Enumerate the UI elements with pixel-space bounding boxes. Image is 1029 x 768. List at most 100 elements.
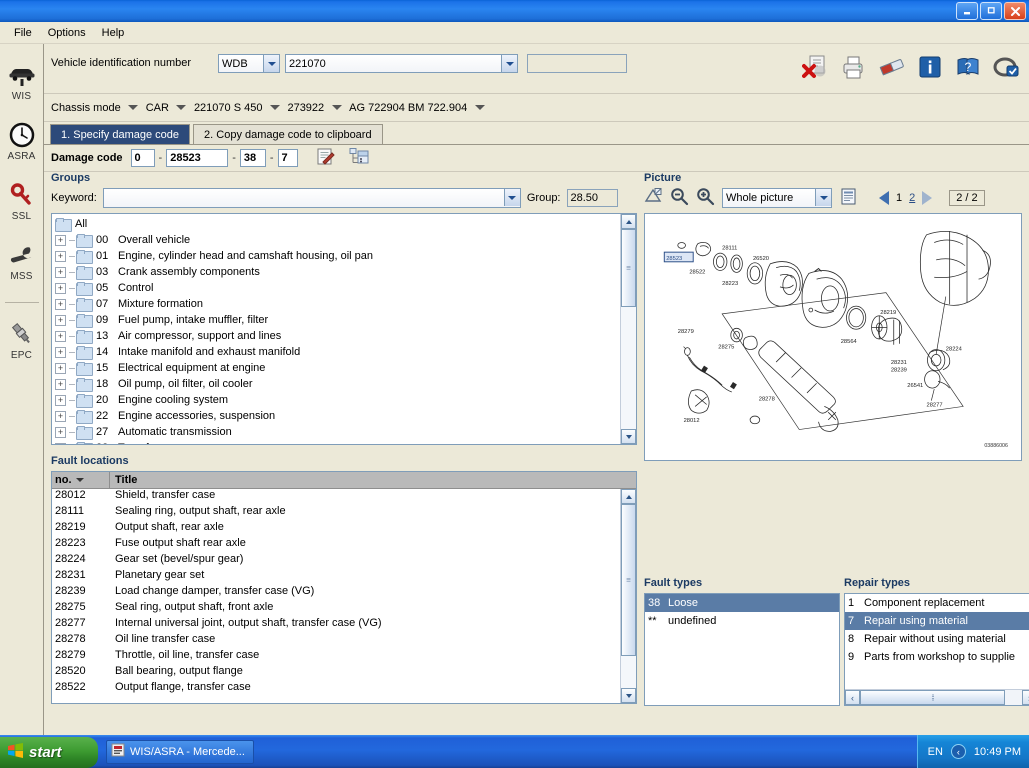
chevron-down-icon[interactable]: [503, 189, 520, 206]
damage-code-field-2[interactable]: 28523: [166, 149, 229, 167]
table-row[interactable]: 28520 Ball bearing, output flange: [52, 665, 636, 681]
start-button[interactable]: start: [0, 736, 98, 768]
scroll-track[interactable]: [860, 690, 1022, 705]
vin-extra-field[interactable]: [527, 54, 627, 73]
taskbar-item-wis[interactable]: WIS/ASRA - Mercede...: [106, 739, 254, 764]
groups-tree[interactable]: All +00 Overall vehicle +01 Engine, cylinder…: [51, 213, 637, 445]
scroll-up-button[interactable]: [621, 489, 636, 504]
tree-item[interactable]: +09 Fuel pump, intake muffler, filter: [55, 312, 636, 328]
fault-types-list[interactable]: 38 Loose ** undefined: [644, 593, 840, 706]
eraser-icon[interactable]: [877, 52, 907, 82]
zoom-select[interactable]: Whole picture: [722, 188, 832, 208]
fault-locations-scrollbar[interactable]: [620, 489, 636, 703]
rail-item-epc[interactable]: EPC: [0, 319, 44, 361]
chassis-seg-engine[interactable]: 273922: [287, 102, 324, 114]
scroll-left-button[interactable]: ‹: [845, 690, 860, 705]
keyword-input[interactable]: [102, 188, 521, 208]
tab-copy-damage-code[interactable]: 2. Copy damage code to clipboard: [193, 124, 383, 144]
vin-prefix-combo[interactable]: WDB: [218, 54, 280, 73]
scroll-down-button[interactable]: [621, 688, 636, 703]
scroll-track[interactable]: [621, 229, 636, 429]
scroll-right-button[interactable]: ›: [1022, 690, 1029, 705]
page-link-1[interactable]: 1: [896, 192, 902, 204]
document-list-icon[interactable]: [839, 187, 858, 209]
page-link-2[interactable]: 2: [909, 192, 915, 204]
groups-tree-scrollbar[interactable]: [620, 214, 636, 444]
expand-icon[interactable]: +: [55, 394, 66, 406]
print-icon[interactable]: [839, 52, 869, 82]
tree-item[interactable]: +05 Control: [55, 280, 636, 296]
collapse-icon[interactable]: −: [55, 442, 66, 444]
chevron-down-icon[interactable]: [176, 102, 187, 113]
table-row[interactable]: 28275 Seal ring, output shaft, front axle: [52, 601, 636, 617]
expand-icon[interactable]: +: [55, 378, 66, 390]
repair-type-item[interactable]: 1 Component replacement: [845, 594, 1029, 612]
menu-help[interactable]: Help: [94, 25, 133, 41]
tree-item[interactable]: +07 Mixture formation: [55, 296, 636, 312]
scroll-track[interactable]: [621, 504, 636, 688]
expand-icon[interactable]: +: [55, 346, 66, 358]
table-row[interactable]: 28111 Sealing ring, output shaft, rear ax…: [52, 505, 636, 521]
close-button[interactable]: [1004, 2, 1026, 20]
language-indicator[interactable]: EN: [928, 746, 943, 758]
tree-item[interactable]: +18 Oil pump, oil filter, oil cooler: [55, 376, 636, 392]
scroll-thumb[interactable]: [621, 229, 636, 307]
tab-specify-damage-code[interactable]: 1. Specify damage code: [50, 124, 191, 144]
chevron-down-icon[interactable]: [269, 102, 280, 113]
table-row[interactable]: 28231 Planetary gear set: [52, 569, 636, 585]
expand-icon[interactable]: +: [55, 362, 66, 374]
table-row[interactable]: 28278 Oil line transfer case: [52, 633, 636, 649]
repair-types-list[interactable]: 1 Component replacement 7 Repair using mate…: [844, 593, 1029, 706]
chassis-seg-car[interactable]: CAR: [146, 102, 169, 114]
tree-item[interactable]: +13 Air compressor, support and lines: [55, 328, 636, 344]
table-row[interactable]: 28239 Load change damper, transfer case (…: [52, 585, 636, 601]
delete-document-icon[interactable]: [801, 52, 831, 82]
menu-options[interactable]: Options: [40, 25, 94, 41]
previous-page-icon[interactable]: [879, 191, 889, 205]
expand-icon[interactable]: +: [55, 250, 66, 262]
chevron-down-icon[interactable]: [263, 55, 279, 72]
picture-canvas[interactable]: 28523 28522 28111 28223 26520 28564 2821…: [644, 213, 1022, 461]
menu-file[interactable]: File: [6, 25, 40, 41]
zoom-in-icon[interactable]: [696, 187, 715, 209]
table-row[interactable]: 28279 Throttle, oil line, transfer case: [52, 649, 636, 665]
chevron-down-icon[interactable]: [128, 102, 139, 113]
fault-type-item[interactable]: 38 Loose: [645, 594, 839, 612]
expand-icon[interactable]: +: [55, 330, 66, 342]
rail-item-ssl[interactable]: SSL: [0, 180, 44, 222]
rail-item-asra[interactable]: ASRA: [0, 120, 44, 162]
tree-item[interactable]: +14 Intake manifold and exhaust manifold: [55, 344, 636, 360]
tree-item[interactable]: − 28Transfer case: [55, 440, 636, 444]
tree-item[interactable]: +03 Crank assembly components: [55, 264, 636, 280]
repair-types-hscrollbar[interactable]: ‹ ›: [845, 689, 1029, 705]
fault-locations-table[interactable]: no. Title 28012 Shield, transfer case 2811…: [51, 471, 637, 704]
fit-picture-icon[interactable]: [644, 187, 663, 209]
rail-item-wis[interactable]: WIS: [0, 60, 44, 102]
table-row[interactable]: 28219 Output shaft, rear axle: [52, 521, 636, 537]
scroll-down-button[interactable]: [621, 429, 636, 444]
repair-type-item[interactable]: 9 Parts from workshop to supplie: [845, 648, 1029, 666]
expand-icon[interactable]: +: [55, 234, 66, 246]
tree-item[interactable]: +27 Automatic transmission: [55, 424, 636, 440]
chassis-seg-transmission[interactable]: AG 722904 BM 722.904: [349, 102, 467, 114]
fault-type-item[interactable]: ** undefined: [645, 612, 839, 630]
tree-item[interactable]: +00 Overall vehicle: [55, 232, 636, 248]
clock[interactable]: 10:49 PM: [974, 746, 1021, 758]
expand-icon[interactable]: +: [55, 426, 66, 438]
chevron-down-icon[interactable]: [815, 189, 831, 206]
settings-icon[interactable]: [991, 52, 1021, 82]
table-row[interactable]: 28223 Fuse output shaft rear axle: [52, 537, 636, 553]
maximize-button[interactable]: [980, 2, 1002, 20]
chevron-down-icon[interactable]: [474, 102, 485, 113]
table-row[interactable]: 28224 Gear set (bevel/spur gear): [52, 553, 636, 569]
expand-icon[interactable]: +: [55, 266, 66, 278]
tree-item[interactable]: +15 Electrical equipment at engine: [55, 360, 636, 376]
table-row[interactable]: 28522 Output flange, transfer case: [52, 681, 636, 697]
tree-item[interactable]: +20 Engine cooling system: [55, 392, 636, 408]
repair-type-item[interactable]: 7 Repair using material: [845, 612, 1029, 630]
tree-item[interactable]: +01 Engine, cylinder head and camshaft ho…: [55, 248, 636, 264]
minimize-button[interactable]: [956, 2, 978, 20]
expand-icon[interactable]: +: [55, 282, 66, 294]
zoom-out-icon[interactable]: [670, 187, 689, 209]
damage-code-field-3[interactable]: 38: [239, 149, 266, 167]
